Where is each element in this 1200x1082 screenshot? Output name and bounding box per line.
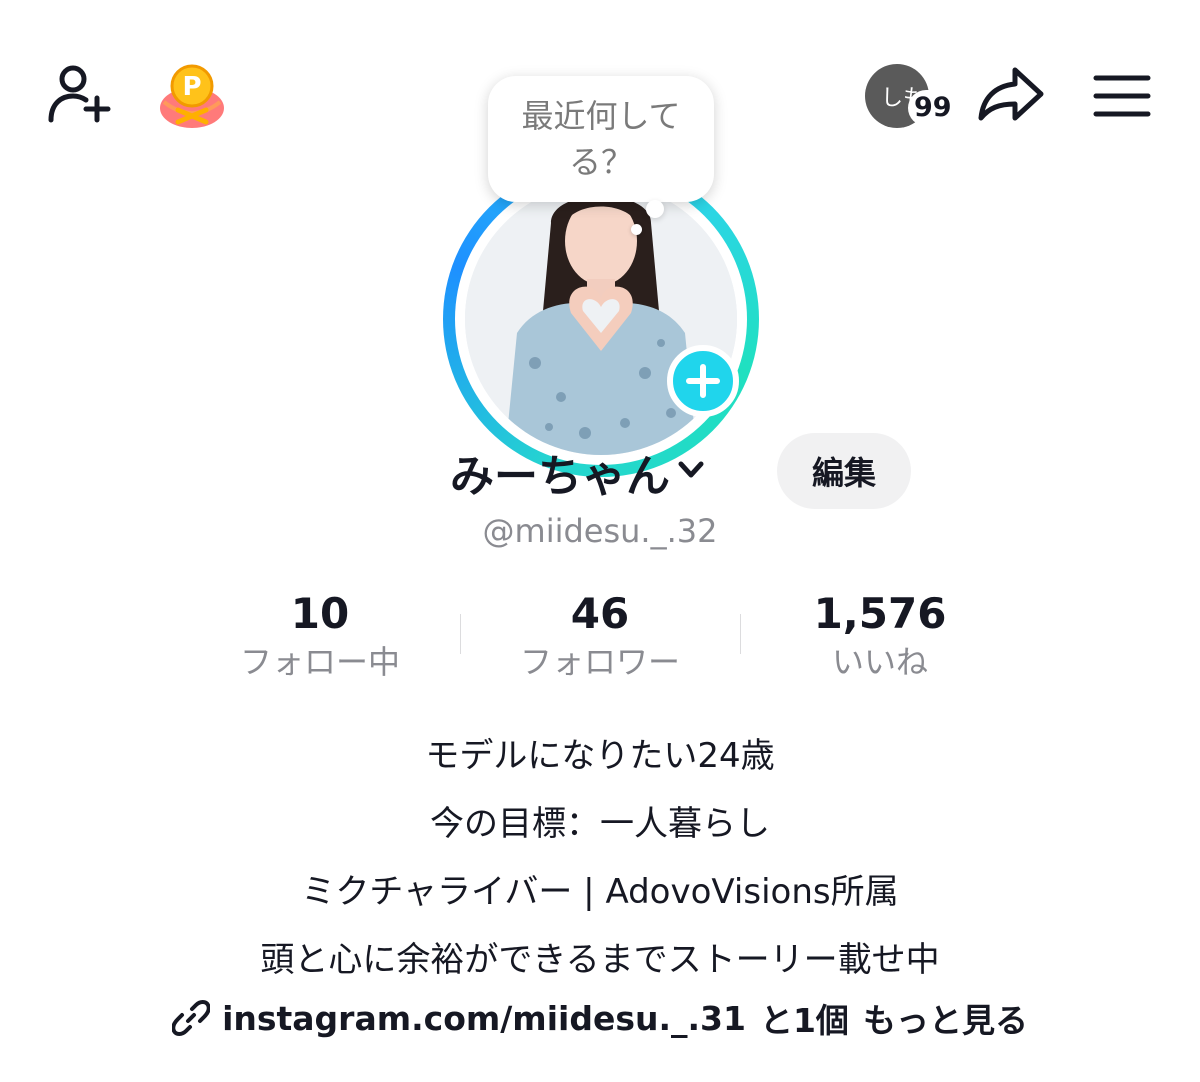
- bubble-tail-dot-small: [631, 224, 642, 235]
- bio-line: 今の目標：一人暮らし: [430, 804, 770, 844]
- add-friend-icon: [48, 65, 111, 123]
- link-chain-icon: [172, 999, 211, 1037]
- bio-link-row: instagram.com/miidesu._.31 と1個 もっと見る: [0, 990, 1200, 1046]
- share-arrow-icon: [978, 67, 1044, 121]
- bio-line: ミクチャライバー | AdovoVisions所属: [301, 872, 899, 912]
- chevron-down-icon[interactable]: [676, 458, 706, 486]
- status-note-text: 最近何してる？: [521, 97, 681, 181]
- bio-line: モデルになりたい24歳: [425, 736, 775, 776]
- bio-link[interactable]: instagram.com/miidesu._.31: [222, 999, 746, 1038]
- profile-name-row[interactable]: みーちゃん: [450, 440, 706, 504]
- followers-stat[interactable]: 46 フォロワー: [460, 588, 740, 684]
- edit-profile-button[interactable]: 編集: [777, 433, 911, 509]
- display-name: みーちゃん: [450, 451, 670, 502]
- bio-line: 頭と心に余裕ができるまでストーリー載せ中: [260, 940, 940, 980]
- profile-stats: 10 フォロー中 46 フォロワー 1,576 いいね: [180, 588, 1020, 688]
- story-ring: [443, 161, 759, 477]
- followers-count: 46: [570, 589, 630, 638]
- see-more-link[interactable]: もっと見る: [863, 994, 1028, 1042]
- points-bag-icon: P: [160, 64, 224, 128]
- following-stat[interactable]: 10 フォロー中: [180, 588, 460, 684]
- svg-text:P: P: [182, 72, 201, 102]
- followers-label: フォロワー: [519, 643, 680, 681]
- share-button[interactable]: [972, 60, 1048, 128]
- activity-count-badge: 99: [908, 90, 958, 126]
- add-story-button[interactable]: [667, 345, 739, 417]
- points-button[interactable]: P: [152, 60, 232, 132]
- profile-bio: モデルになりたい24歳 今の目標：一人暮らし ミクチャライバー | AdovoV…: [0, 722, 1200, 994]
- hamburger-menu-icon: [1093, 75, 1151, 117]
- likes-count: 1,576: [813, 589, 947, 638]
- menu-button[interactable]: [1090, 68, 1154, 124]
- likes-label: いいね: [831, 643, 928, 681]
- following-label: フォロー中: [239, 643, 400, 681]
- add-friend-button[interactable]: [40, 60, 116, 128]
- following-count: 10: [290, 589, 350, 638]
- extra-links-count[interactable]: と1個: [760, 994, 849, 1042]
- activity-bubble[interactable]: しも 99: [860, 62, 958, 128]
- likes-stat[interactable]: 1,576 いいね: [740, 588, 1020, 684]
- status-note-bubble[interactable]: 最近何してる？: [488, 76, 714, 202]
- bubble-tail-dot: [646, 200, 664, 218]
- plus-icon: [686, 364, 720, 398]
- username: @miidesu._.32: [482, 512, 718, 550]
